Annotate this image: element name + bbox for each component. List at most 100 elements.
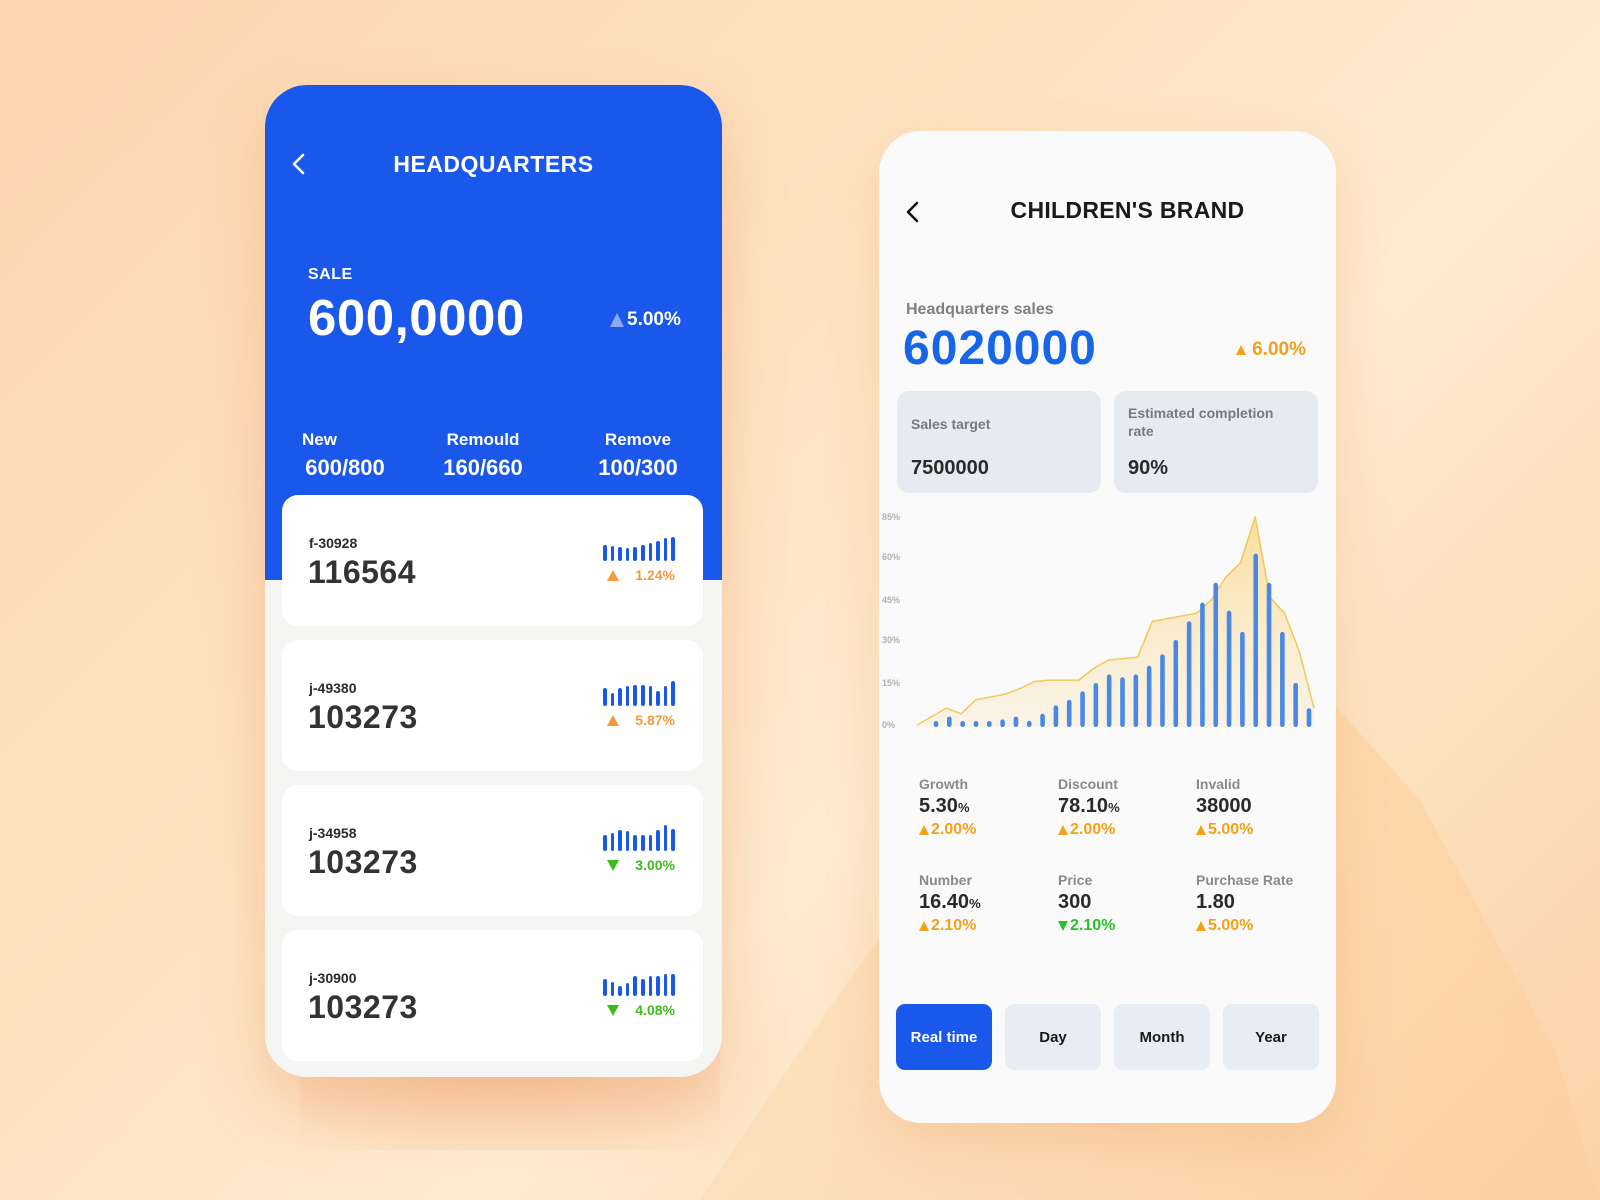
store-change-value: 3.00% (635, 857, 675, 873)
hq-sales-change-value: 6.00% (1252, 339, 1306, 360)
metric-label: Discount (1058, 776, 1118, 792)
sparkline-bar (656, 976, 660, 996)
sparkline-bar (671, 681, 675, 706)
chart-bar (1040, 713, 1045, 727)
metric-number: 78.10 (1058, 795, 1109, 817)
chart-bar (1293, 683, 1298, 727)
stat-value: 160/660 (443, 455, 523, 480)
metric-change: 2.10% (1058, 917, 1188, 935)
triangle-up-icon (1236, 345, 1247, 355)
chart-bar (933, 721, 939, 727)
store-change: 3.00% (607, 857, 675, 873)
sales-target-label: Sales target (911, 416, 991, 432)
metric-number: 38000 (1196, 795, 1252, 817)
store-change-value: 5.87% (635, 712, 675, 728)
completion-rate-value: 90% (1128, 457, 1169, 479)
metric-number: Number 16.40% 2.10% (919, 872, 1049, 935)
completion-rate-label: Estimated completion rate (1128, 405, 1274, 439)
sparkline-bar (663, 974, 668, 996)
sparkline-bar (625, 548, 630, 561)
store-change-value: 4.08% (635, 1002, 675, 1018)
page-title: HEADQUARTERS (393, 151, 594, 177)
store-card[interactable]: j-49380 103273 5.87% (282, 640, 703, 771)
chart-bar (1146, 665, 1152, 727)
metric-change: 5.00% (1196, 821, 1326, 839)
metric-growth: Growth 5.30% 2.00% (919, 776, 1049, 839)
chart-bar (1240, 632, 1245, 727)
store-card[interactable]: j-34958 103273 3.00% (282, 785, 703, 916)
sparkline-bar (610, 546, 615, 561)
sparkline-bar (618, 547, 622, 561)
sparkline-bar (633, 835, 637, 851)
sparkline (603, 825, 675, 851)
triangle-up-icon (1196, 921, 1206, 931)
triangle-up-icon (1196, 825, 1206, 835)
metric-purchase-rate: Purchase Rate 1.80 5.00% (1196, 872, 1326, 935)
stat-label: New (302, 430, 337, 449)
metric-value: 16.40% (919, 891, 1049, 914)
triangle-down-icon (607, 1004, 620, 1016)
metric-unit: % (969, 896, 981, 911)
chart-bar (1053, 705, 1059, 727)
chart-bar (1266, 582, 1272, 727)
y-tick-label: 0% (882, 720, 895, 730)
sparkline-bar (603, 545, 607, 561)
sales-chart: 0% 15% 30% 45% 60% 85% (879, 503, 1336, 743)
tab-day[interactable]: Day (1005, 1004, 1101, 1070)
store-card[interactable]: f-30928 116564 1.24% (282, 495, 703, 626)
sparkline-bar (603, 979, 607, 996)
sales-target-card: Sales target 7500000 (897, 391, 1101, 493)
triangle-up-icon (607, 714, 620, 726)
sparkline-bar (671, 829, 675, 851)
sparkline-bar (663, 825, 668, 851)
chart-bar (1120, 677, 1125, 727)
sparkline-bar (633, 976, 637, 996)
metric-change-value: 2.00% (1070, 821, 1116, 838)
chart-bar (1200, 602, 1205, 727)
sale-value: 600,0000 (308, 289, 525, 346)
metric-change-value: 2.10% (1070, 917, 1116, 934)
completion-rate-card: Estimated completion rate 90% (1114, 391, 1318, 493)
sparkline-bar (671, 537, 675, 561)
sparkline-bar (603, 835, 607, 851)
sparkline-bar (625, 983, 630, 996)
metric-change-value: 2.00% (931, 821, 977, 838)
metric-change: 2.00% (1058, 821, 1188, 839)
metric-number: 16.40 (919, 891, 970, 913)
tab-month[interactable]: Month (1114, 1004, 1210, 1070)
sparkline (603, 535, 675, 561)
stat-label: Remould (446, 430, 520, 449)
triangle-up-icon (919, 825, 929, 835)
chart-bar (1253, 553, 1259, 727)
sparkline-bar (640, 545, 645, 561)
sparkline-bar (640, 685, 645, 706)
chart-bar (1213, 582, 1219, 727)
metric-number: 5.30 (919, 795, 958, 817)
store-value: 116564 (308, 554, 417, 590)
page-title: CHILDREN'S BRAND (1010, 197, 1245, 223)
triangle-up-icon (919, 921, 929, 931)
y-tick-label: 45% (882, 595, 900, 605)
time-range-tabs: Real time Day Month Year (896, 1004, 1319, 1070)
stat-value: 100/300 (598, 455, 678, 480)
store-card[interactable]: j-30900 103273 4.08% (282, 930, 703, 1061)
chart-bar (1186, 621, 1192, 727)
store-code: j-30900 (309, 970, 357, 986)
tab-real-time[interactable]: Real time (896, 1004, 992, 1070)
chart-bar (1026, 720, 1032, 727)
sales-chart-svg: 0% 15% 30% 45% 60% 85% (882, 512, 1315, 730)
chart-bar (1173, 640, 1179, 727)
metric-label: Purchase Rate (1196, 872, 1294, 888)
sparkline-bar (656, 830, 660, 851)
metric-number: 1.80 (1196, 891, 1235, 913)
sparkline-bar (648, 543, 653, 561)
chart-bar (1106, 674, 1112, 727)
chart-bar (1226, 610, 1232, 727)
stat-new: New 600/800 (290, 430, 400, 481)
sparkline-bar (663, 538, 668, 561)
tab-year[interactable]: Year (1223, 1004, 1319, 1070)
metric-unit: % (957, 800, 970, 815)
metric-label: Growth (919, 776, 968, 792)
hq-sales-change: 6.00% (1236, 339, 1306, 361)
metric-change-value: 5.00% (1208, 821, 1254, 838)
